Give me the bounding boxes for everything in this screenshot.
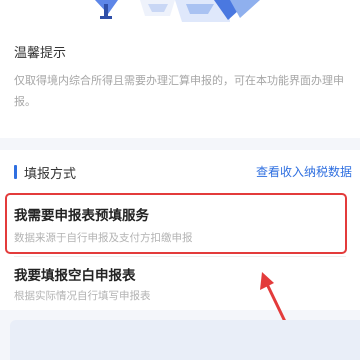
bottom-card [10, 320, 360, 360]
option-blank-form[interactable]: 我要填报空白申报表 根据实际情况自行填写申报表 [0, 258, 360, 310]
section-header: 填报方式 查看收入纳税数据 [0, 162, 360, 182]
section-title: 填报方式 [24, 167, 77, 182]
notice-text: 仅取得境内综合所得且需要办理汇算申报的，可在本功能界面办理申报。 [14, 74, 344, 108]
page: 温馨提示 仅取得境内综合所得且需要办理汇算申报的，可在本功能界面办理申报。 填报… [0, 0, 360, 360]
option-title: 我要填报空白申报表 [14, 268, 136, 284]
option-prefill-service[interactable]: 我需要申报表预填服务 数据来源于自行申报及支付方扣缴申报 [0, 192, 360, 254]
section-accent-bar [14, 165, 17, 179]
header-banner [0, 0, 360, 26]
option-description: 根据实际情况自行填写申报表 [14, 290, 151, 302]
option-title: 我需要申报表预填服务 [14, 208, 149, 224]
divider [14, 256, 346, 257]
banner-illustration [0, 0, 360, 26]
view-income-tax-data-link[interactable]: 查看收入纳税数据 [256, 163, 352, 180]
notice-card: 温馨提示 仅取得境内综合所得且需要办理汇算申报的，可在本功能界面办理申报。 [0, 26, 360, 138]
option-description: 数据来源于自行申报及支付方扣缴申报 [14, 232, 193, 244]
notice-title: 温馨提示 [14, 46, 67, 61]
